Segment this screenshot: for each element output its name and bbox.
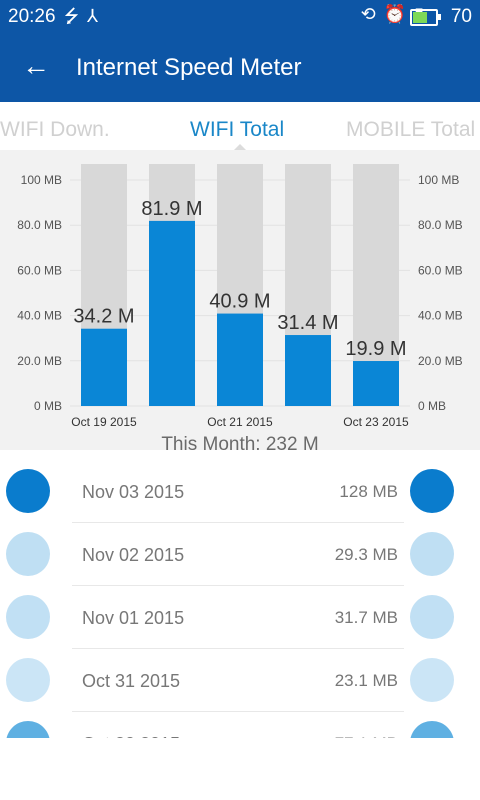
usage-bar-chart: 0 MB 0 MB 20.0 MB 20.0 MB 40.0 MB 40.0 MB 60.0… (17, 164, 463, 429)
y-tick-label-right: 0 MB (418, 399, 446, 413)
month-summary: This Month: 232 M (161, 434, 319, 455)
list-item[interactable]: Nov 02 2015 29.3 MB (0, 523, 480, 586)
bar-4[interactable] (353, 361, 399, 406)
row-date: Nov 03 2015 (82, 482, 185, 502)
row-date: Nov 02 2015 (82, 545, 185, 565)
bar-value-label: 81.9 M (141, 198, 202, 220)
row-size: 128 MB (339, 482, 398, 501)
usage-chart: 0 MB 0 MB 20.0 MB 20.0 MB 40.0 MB 40.0 MB 60.0… (0, 150, 480, 450)
y-tick-label-left: 40.0 MB (17, 309, 62, 323)
row-date: Oct 31 2015 (82, 671, 181, 691)
row-size: 31.7 MB (334, 608, 398, 627)
bar-value-label: 31.4 M (277, 312, 338, 334)
app-bar: ← Internet Speed Meter (0, 34, 480, 102)
usb-icon: ⭍ (64, 6, 87, 26)
page-title: Internet Speed Meter (76, 54, 302, 81)
usage-dot-icon (410, 595, 454, 639)
bar-3[interactable] (285, 335, 331, 406)
daily-usage-list: Nov 03 2015 128 MB Nov 02 2015 29.3 MB Nov 0… (0, 460, 480, 738)
tab-wifi-down[interactable]: WIFI Down. (0, 118, 110, 142)
y-tick-label-left: 60.0 MB (17, 263, 62, 277)
y-tick-label-left: 80.0 MB (17, 218, 62, 232)
status-left-icons: ⭍⅄ (64, 4, 106, 34)
bar-2[interactable] (217, 313, 263, 406)
status-bar: 20:26 ⭍⅄ ⟲⏰▮ 70 (0, 0, 480, 34)
usage-dot-icon (410, 469, 454, 513)
y-tick-label-left: 100 MB (21, 173, 62, 187)
y-tick-label-right: 20.0 MB (418, 354, 463, 368)
usage-dot-icon (6, 658, 50, 702)
usage-dot-icon (6, 721, 50, 738)
bar-value-label: 34.2 M (73, 306, 134, 328)
debug-icon: ⅄ (87, 6, 106, 26)
tab-mobile-total[interactable]: MOBILE Total (346, 118, 475, 142)
battery-percent: 70 (450, 6, 472, 27)
bar-value-label: 40.9 M (209, 291, 270, 313)
x-tick-label: Oct 21 2015 (207, 415, 273, 429)
tab-bar: WIFI Down. WIFI Total MOBILE Total (0, 102, 480, 151)
y-tick-label-right: 100 MB (418, 173, 459, 187)
list-item[interactable]: Oct 30 201577.1 MB (0, 712, 480, 738)
usage-dot-icon (6, 595, 50, 639)
usage-dot-icon (410, 532, 454, 576)
x-tick-label: Oct 19 2015 (71, 415, 137, 429)
list-item[interactable]: Nov 01 2015 31.7 MB (0, 586, 480, 649)
sync-icon: ⟲ (360, 4, 384, 24)
y-tick-label-left: 20.0 MB (17, 354, 62, 368)
status-time: 20:26 (8, 6, 56, 27)
y-tick-label-right: 40.0 MB (418, 309, 463, 323)
usage-dot-icon (6, 469, 50, 513)
bar-0[interactable] (81, 328, 127, 406)
row-size: 23.1 MB (334, 671, 398, 690)
bar-value-label: 19.9 M (345, 338, 406, 360)
y-tick-label-right: 80.0 MB (418, 218, 463, 232)
y-tick-label-left: 0 MB (34, 399, 62, 413)
list-item[interactable]: Nov 03 2015 128 MB (0, 460, 480, 523)
bottom-blank (0, 738, 480, 800)
tab-wifi-total[interactable]: WIFI Total (190, 118, 284, 142)
battery-icon (410, 9, 441, 26)
x-tick-label: Oct 23 2015 (343, 415, 409, 429)
row-date: Nov 01 2015 (82, 608, 185, 628)
y-tick-label-right: 60.0 MB (418, 263, 463, 277)
usage-dot-icon (6, 532, 50, 576)
usage-dot-icon (410, 658, 454, 702)
arrow-left-icon[interactable]: ← (22, 50, 50, 82)
bar-1[interactable] (149, 220, 195, 406)
list-item[interactable]: Oct 31 2015 23.1 MB (0, 649, 480, 712)
usage-dot-icon (410, 721, 454, 738)
row-size: 29.3 MB (334, 545, 398, 564)
